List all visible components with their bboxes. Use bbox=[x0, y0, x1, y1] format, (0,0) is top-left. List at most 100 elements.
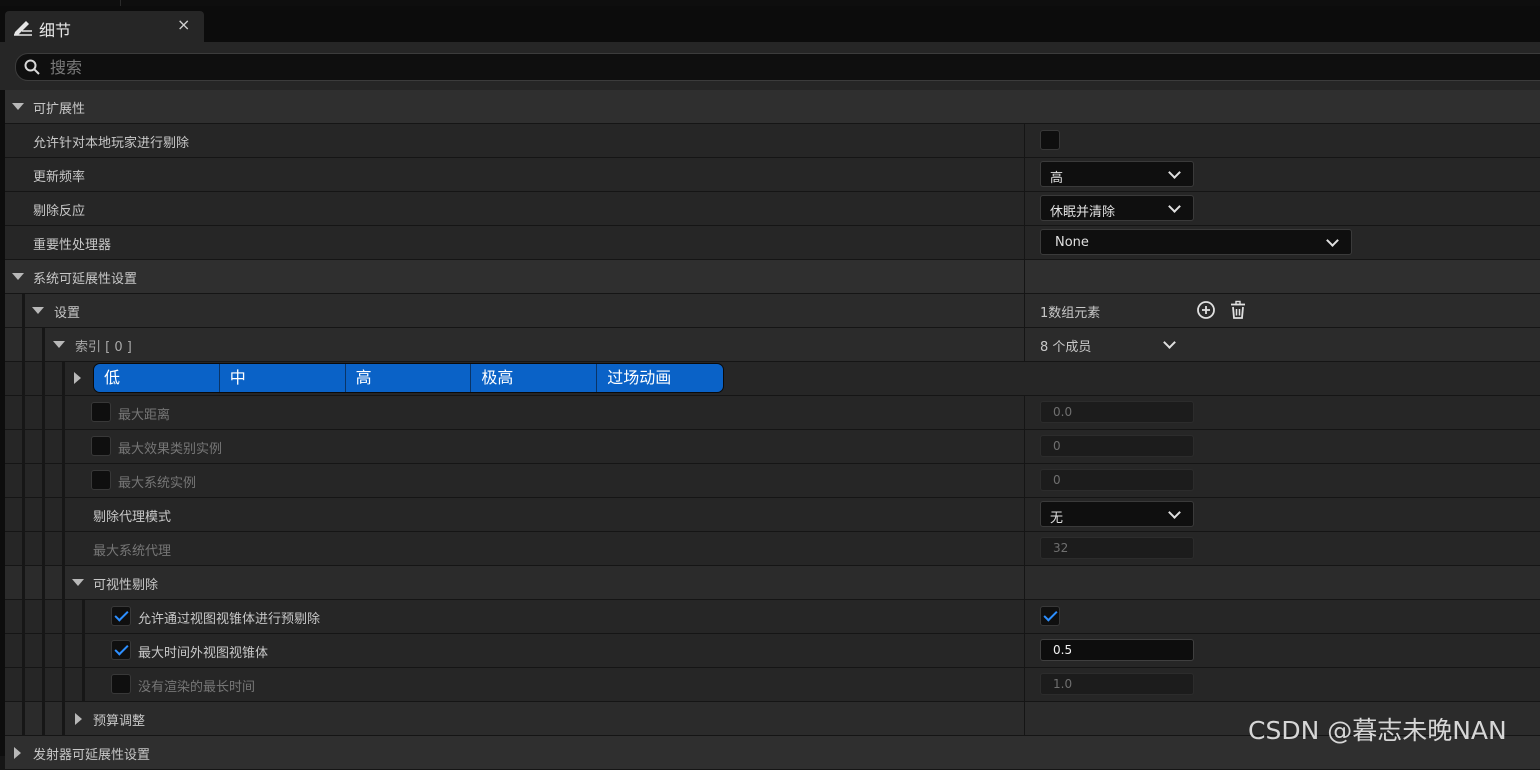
details-tab[interactable]: 细节 × bbox=[5, 11, 204, 42]
indent-guide bbox=[22, 396, 25, 430]
max-system-proxies-input[interactable]: 32 bbox=[1040, 537, 1194, 559]
indent-guide bbox=[22, 362, 25, 396]
chevron-down-icon[interactable] bbox=[1163, 336, 1176, 349]
dropdown-value: 无 bbox=[1050, 511, 1064, 526]
search-icon bbox=[24, 59, 40, 75]
indent-guide bbox=[42, 668, 45, 702]
expand-arrow-icon[interactable] bbox=[75, 713, 82, 725]
max-distance-input[interactable]: 0.0 bbox=[1040, 401, 1194, 423]
max-time-outside-frustum-input[interactable]: 0.5 bbox=[1040, 639, 1194, 661]
watermark: CSDN @暮志未晚NAN bbox=[1248, 716, 1507, 745]
indent-guide bbox=[42, 566, 45, 600]
collapse-arrow-icon[interactable] bbox=[32, 307, 44, 314]
indent-guide bbox=[22, 464, 25, 498]
indent-guide bbox=[62, 702, 65, 736]
max-distance-checkbox[interactable] bbox=[91, 402, 111, 422]
indent-guide bbox=[62, 668, 65, 702]
index-label: 索引 [ 0 ] bbox=[75, 340, 132, 355]
indent-guide bbox=[22, 566, 25, 600]
indent-guide bbox=[42, 362, 45, 396]
dropdown-value: 高 bbox=[1050, 171, 1064, 186]
collapse-arrow-icon[interactable] bbox=[12, 273, 24, 280]
property-label: 最大系统实例 bbox=[118, 476, 197, 491]
indent-guide bbox=[62, 600, 65, 634]
property-label: 重要性处理器 bbox=[33, 238, 112, 253]
indent-guide bbox=[22, 294, 25, 328]
quality-level-low[interactable]: 低 bbox=[94, 364, 220, 392]
value-cell bbox=[1024, 124, 1540, 157]
array-count: 1数组元素 bbox=[1040, 306, 1101, 321]
trash-icon[interactable] bbox=[1228, 300, 1248, 324]
close-icon[interactable]: × bbox=[177, 15, 190, 34]
property-label: 更新频率 bbox=[33, 170, 86, 185]
collapse-arrow-icon[interactable] bbox=[72, 579, 84, 586]
property-row-settings[interactable]: 设置 1数组元素 bbox=[5, 294, 1540, 328]
cull-reaction-dropdown[interactable]: 休眠并清除 bbox=[1040, 195, 1194, 221]
quality-level-selector: 低 中 高 极高 过场动画 bbox=[93, 363, 724, 393]
allow-local-player-cull-checkbox[interactable] bbox=[1040, 130, 1060, 150]
category-system-scalability[interactable]: 系统可延展性设置 bbox=[5, 260, 1540, 294]
expand-arrow-icon[interactable] bbox=[14, 747, 21, 759]
value-cell bbox=[1024, 260, 1540, 293]
max-instances-checkbox[interactable] bbox=[91, 436, 111, 456]
edit-pencil-icon bbox=[13, 18, 33, 36]
value-cell: 高 bbox=[1024, 158, 1540, 191]
property-label: 最大时间外视图视锥体 bbox=[138, 646, 269, 661]
value-cell: 32 bbox=[1024, 532, 1540, 565]
indent-guide bbox=[22, 430, 25, 464]
significance-handler-dropdown[interactable]: None bbox=[1040, 229, 1352, 255]
indent-guide bbox=[62, 362, 65, 396]
max-system-instances-checkbox[interactable] bbox=[91, 470, 111, 490]
collapse-arrow-icon[interactable] bbox=[53, 341, 65, 348]
indent-guide bbox=[42, 430, 45, 464]
category-label: 可扩展性 bbox=[33, 102, 86, 117]
indent-guide bbox=[42, 498, 45, 532]
indent-guide bbox=[42, 702, 45, 736]
property-row-cull-reaction: 剔除反应 休眠并清除 bbox=[5, 192, 1540, 226]
indent-guide bbox=[22, 668, 25, 702]
tab-bar: 细节 × bbox=[0, 6, 1540, 43]
chevron-down-icon bbox=[1168, 506, 1181, 519]
cull-proxy-mode-dropdown[interactable]: 无 bbox=[1040, 501, 1194, 527]
max-system-instances-input[interactable]: 0 bbox=[1040, 469, 1194, 491]
indent-guide bbox=[62, 430, 65, 464]
quality-level-cinematic[interactable]: 过场动画 bbox=[597, 364, 723, 392]
indent-guide bbox=[22, 634, 25, 668]
property-label: 最大系统代理 bbox=[93, 544, 172, 559]
value-cell: None bbox=[1024, 226, 1540, 259]
value-cell: 0.5 bbox=[1024, 634, 1540, 667]
allow-precull-row-checkbox[interactable] bbox=[111, 606, 131, 626]
property-row-max-system-proxies: 最大系统代理 32 bbox=[5, 532, 1540, 566]
indent-guide bbox=[62, 634, 65, 668]
indent-guide bbox=[22, 498, 25, 532]
quality-level-medium[interactable]: 中 bbox=[219, 364, 346, 392]
group-label: 预算调整 bbox=[93, 714, 146, 729]
collapse-arrow-icon[interactable] bbox=[12, 103, 24, 110]
value-cell bbox=[1024, 566, 1540, 599]
expand-arrow-icon[interactable] bbox=[74, 372, 81, 384]
group-visibility-culling[interactable]: 可视性剔除 bbox=[5, 566, 1540, 600]
property-row-index-0[interactable]: 索引 [ 0 ] 8 个成员 bbox=[5, 328, 1540, 362]
indent-guide bbox=[22, 532, 25, 566]
max-time-not-rendered-input[interactable]: 1.0 bbox=[1040, 673, 1194, 695]
max-instances-input[interactable]: 0 bbox=[1040, 435, 1194, 457]
indent-guide bbox=[82, 600, 85, 634]
property-row-allow-local-player-cull: 允许针对本地玩家进行剔除 bbox=[5, 124, 1540, 158]
max-time-outside-frustum-checkbox[interactable] bbox=[111, 640, 131, 660]
category-scalability[interactable]: 可扩展性 bbox=[5, 90, 1540, 124]
indent-guide bbox=[82, 634, 85, 668]
search-input[interactable] bbox=[50, 54, 1450, 80]
group-label: 可视性剔除 bbox=[93, 578, 159, 593]
category-label: 发射器可延展性设置 bbox=[33, 748, 151, 763]
property-label: 最大距离 bbox=[118, 408, 171, 423]
value-cell: 无 bbox=[1024, 498, 1540, 531]
quality-level-high[interactable]: 高 bbox=[345, 364, 472, 392]
update-frequency-dropdown[interactable]: 高 bbox=[1040, 161, 1194, 187]
indent-guide bbox=[62, 532, 65, 566]
search-box[interactable] bbox=[15, 53, 1540, 81]
allow-precull-value-checkbox[interactable] bbox=[1040, 606, 1060, 626]
add-element-icon[interactable] bbox=[1196, 300, 1216, 324]
quality-level-epic[interactable]: 极高 bbox=[471, 364, 598, 392]
indent-guide bbox=[62, 464, 65, 498]
max-time-not-rendered-checkbox[interactable] bbox=[111, 674, 131, 694]
